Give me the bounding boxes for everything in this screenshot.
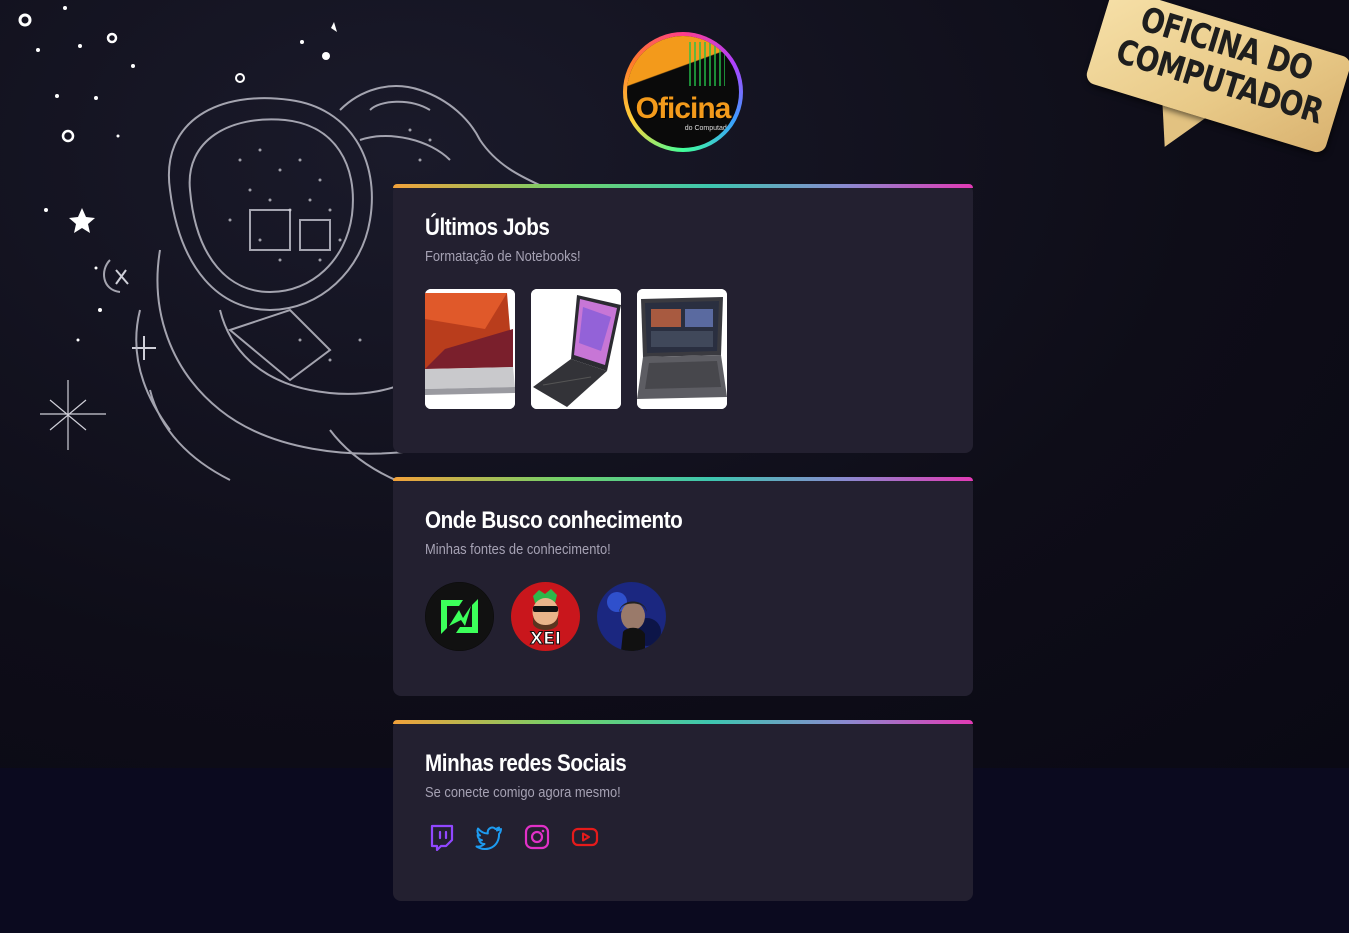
source-xei-avatar[interactable]: XEI [511,582,580,651]
person-avatar-icon [597,582,666,651]
svg-text:XEI: XEI [530,629,561,649]
job-thumbnail-laptop-3[interactable] [637,289,727,409]
source-person-avatar[interactable] [597,582,666,651]
logo-code-graphic [689,42,725,86]
twitter-icon[interactable] [475,823,503,851]
logo-badge: Oficina do Computador [627,36,739,148]
logo-name: Oficina [635,92,732,125]
brand-logo[interactable]: Oficina do Computador [623,32,743,152]
social-card: Minhas redes Sociais Se conecte comigo a… [393,720,973,901]
jobs-subtitle: Formatação de Notebooks! [425,248,581,265]
youtube-icon[interactable] [571,823,599,851]
sources-card: Onde Busco conhecimento Minhas fontes de… [393,477,973,696]
laptop-1-image [425,289,515,409]
instagram-icon[interactable] [523,823,551,851]
job-thumbnail-laptop-2[interactable] [531,289,621,409]
social-title: Minhas redes Sociais [425,750,627,777]
social-subtitle: Se conecte comigo agora mesmo! [425,784,621,801]
source-green-logo[interactable] [425,582,494,651]
sources-subtitle: Minhas fontes de conhecimento! [425,541,611,558]
green-logo-icon [425,582,494,651]
sources-title: Onde Busco conhecimento [425,507,683,534]
job-thumbnail-laptop-1[interactable] [425,289,515,409]
laptop-3-image [637,289,727,409]
sources-list: XEI [425,582,941,651]
jobs-title: Últimos Jobs [425,214,550,241]
social-links [425,823,941,851]
laptop-2-image [531,289,621,409]
xei-avatar-icon: XEI [511,582,580,651]
jobs-gallery [425,289,941,409]
jobs-card: Últimos Jobs Formatação de Notebooks! [393,184,973,453]
logo-subtitle: do Computador [684,125,733,132]
twitch-icon[interactable] [427,823,455,851]
